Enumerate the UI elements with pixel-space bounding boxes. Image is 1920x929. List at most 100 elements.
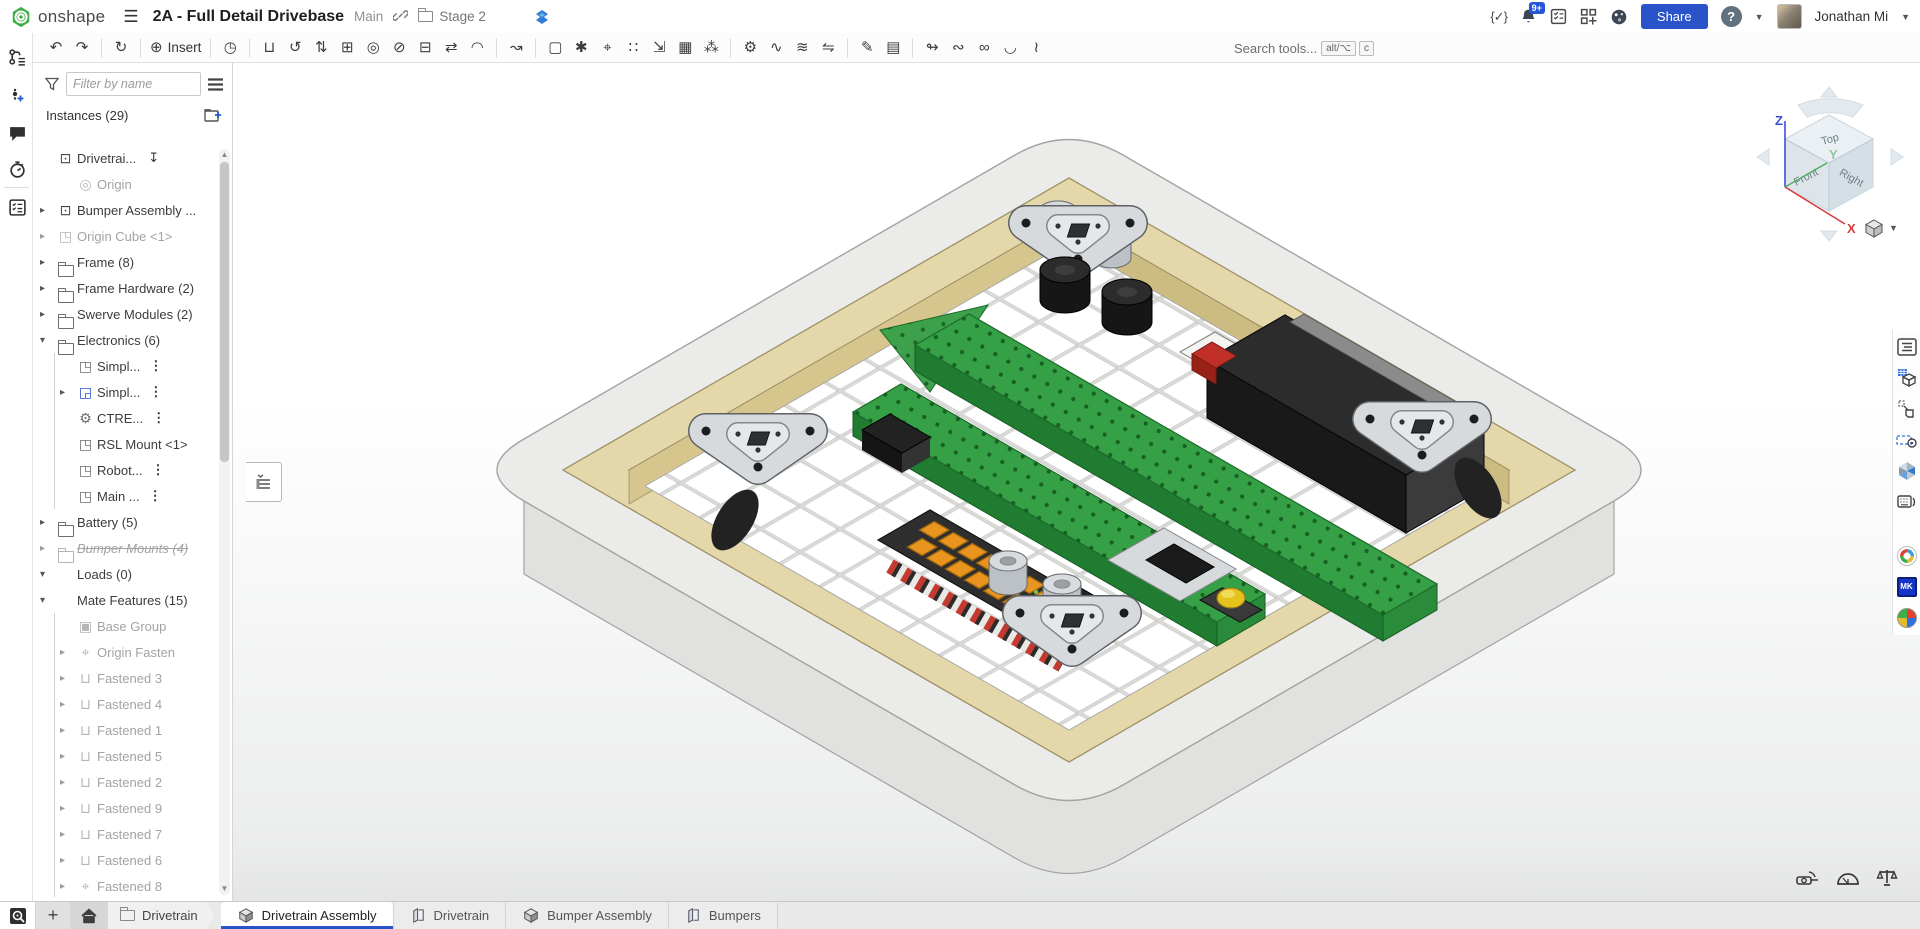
featurescript-check-icon[interactable]: {✓} (1490, 9, 1507, 25)
tree-row[interactable]: Battery (5) (34, 509, 224, 535)
folder-location-icon[interactable] (418, 11, 433, 22)
view-options-menu[interactable]: ▼ (1863, 215, 1907, 241)
tree-row[interactable]: Frame Hardware (2) (34, 275, 224, 301)
tree-row[interactable]: Mate Features (15) (34, 587, 224, 613)
filter-input[interactable] (66, 72, 201, 96)
chevron-icon[interactable] (40, 257, 56, 268)
app-pie-icon[interactable] (1896, 607, 1918, 629)
belt-feature-button[interactable]: ↬ (919, 35, 945, 61)
tree-row[interactable]: RSL Mount <1> (34, 431, 224, 457)
sketch-panel-icon[interactable] (1896, 429, 1918, 451)
exploded-view-button[interactable]: ⁂ (698, 35, 724, 61)
3d-model[interactable] (233, 63, 1920, 901)
tree-row[interactable]: Fastened 1 (34, 717, 224, 743)
chevron-icon[interactable] (60, 803, 76, 814)
addon-icon[interactable] (534, 9, 550, 25)
tree-row[interactable]: Fastened 3 (34, 665, 224, 691)
tree-row[interactable]: Origin Cube <1> (34, 223, 224, 249)
tree-row[interactable]: Origin Fasten (34, 639, 224, 665)
gear-relation-button[interactable]: ⚙ (737, 35, 763, 61)
tree-row[interactable]: Swerve Modules (2) (34, 301, 224, 327)
tree-row[interactable]: Fastened 6 (34, 847, 224, 873)
add-folder-icon[interactable] (204, 108, 222, 123)
tree-row[interactable]: Drivetrai... ↧ (34, 145, 224, 171)
revolute-mate-button[interactable]: ↺ (282, 35, 308, 61)
mate-connector-button[interactable]: ⌖ (594, 35, 620, 61)
app-pinwheel-icon[interactable] (1896, 460, 1918, 482)
planar-mate-button[interactable]: ⊞ (334, 35, 360, 61)
parallel-mate-button[interactable]: ⇄ (438, 35, 464, 61)
breadcrumb[interactable]: Drivetrain (108, 902, 215, 929)
screw-relation-button[interactable]: ∿ (763, 35, 789, 61)
home-tab-icon[interactable] (70, 902, 108, 929)
document-tab[interactable]: Drivetrain (394, 902, 507, 929)
tree-row[interactable]: Bumper Assembly ... (34, 197, 224, 223)
search-tools[interactable]: Search tools... alt/⌥c (1228, 37, 1380, 60)
chevron-icon[interactable] (40, 335, 56, 346)
new-tab-button[interactable]: + (36, 902, 70, 929)
undo-button[interactable]: ↶ (43, 35, 69, 61)
help-icon[interactable]: ? (1721, 6, 1742, 27)
chevron-icon[interactable] (40, 569, 56, 580)
parts-list-toggle[interactable] (246, 462, 282, 502)
user-caret-icon[interactable]: ▼ (1901, 12, 1910, 22)
bom-button[interactable]: ▤ (880, 35, 906, 61)
tree-row[interactable]: Fastened 5 (34, 743, 224, 769)
comments-icon[interactable] (5, 121, 29, 145)
scroll-up-icon[interactable]: ▲ (219, 149, 230, 161)
feature-checklist-icon[interactable] (5, 195, 29, 219)
tree-row[interactable]: Origin (34, 171, 224, 197)
cylindrical-mate-button[interactable]: ⊘ (386, 35, 412, 61)
chevron-icon[interactable] (40, 283, 56, 294)
chevron-icon[interactable] (60, 751, 76, 762)
rack-relation-button[interactable]: ≋ (789, 35, 815, 61)
chevron-icon[interactable] (40, 517, 56, 528)
rollback-button[interactable]: ◷ (217, 35, 243, 61)
sprocket-feature-button[interactable]: ∞ (971, 35, 997, 61)
edit-in-context-button[interactable]: ↝ (503, 35, 529, 61)
tape-measure-icon[interactable] (1796, 868, 1820, 887)
onshape-logo-icon[interactable] (10, 6, 32, 28)
avatar[interactable] (1777, 4, 1802, 29)
chevron-icon[interactable] (60, 881, 76, 892)
chevron-icon[interactable] (60, 777, 76, 788)
help-caret-icon[interactable]: ▼ (1755, 12, 1764, 22)
workspace-name[interactable]: Main (354, 9, 383, 24)
chevron-icon[interactable] (40, 543, 56, 554)
document-tab[interactable]: Drivetrain Assembly (221, 902, 394, 929)
mass-properties-icon[interactable] (1876, 868, 1898, 887)
pin-slot-mate-button[interactable]: ⊟ (412, 35, 438, 61)
app-target-icon[interactable] (1896, 545, 1918, 567)
main-menu-icon[interactable]: ☰ (123, 7, 138, 27)
chevron-icon[interactable] (40, 595, 56, 606)
tree-row[interactable]: Fastened 9 (34, 795, 224, 821)
protractor-icon[interactable] (1836, 868, 1860, 887)
chevron-icon[interactable] (60, 673, 76, 684)
tree-row[interactable]: Bumper Mounts (4) (34, 535, 224, 561)
tree-row[interactable]: Simpl... ⋮ (34, 353, 224, 379)
pulley-feature-button[interactable]: ◡ (997, 35, 1023, 61)
tree-row[interactable]: Robot... ⋮ (34, 457, 224, 483)
chevron-icon[interactable] (60, 699, 76, 710)
tree-row[interactable]: Fastened 2 (34, 769, 224, 795)
folder-location-label[interactable]: Stage 2 (439, 9, 486, 24)
tree-row[interactable]: Loads (0) (34, 561, 224, 587)
insert-button[interactable]: ⊕ Insert (147, 35, 204, 61)
linear-relation-button[interactable]: ⇋ (815, 35, 841, 61)
versions-history-icon[interactable] (5, 45, 29, 69)
document-tab[interactable]: Bumper Assembly (506, 902, 669, 929)
tree-row[interactable]: Fastened 8 (34, 873, 224, 897)
tree-row[interactable]: Base Group (34, 613, 224, 639)
tree-scrollbar[interactable]: ▲ ▼ (219, 149, 230, 895)
scrollbar-thumb[interactable] (220, 162, 229, 462)
redo-button[interactable]: ↷ (69, 35, 95, 61)
derived-parts-panel-icon[interactable] (1896, 398, 1918, 420)
chevron-icon[interactable] (60, 387, 76, 398)
tree-row[interactable]: Frame (8) (34, 249, 224, 275)
chain-feature-button[interactable]: ∾ (945, 35, 971, 61)
list-view-icon[interactable] (207, 77, 224, 92)
chevron-icon[interactable] (60, 855, 76, 866)
tasks-checklist-icon[interactable] (1550, 8, 1567, 25)
chevron-icon[interactable] (60, 829, 76, 840)
viewport[interactable]: Top Front Right Z X Y ▼ (233, 63, 1920, 901)
